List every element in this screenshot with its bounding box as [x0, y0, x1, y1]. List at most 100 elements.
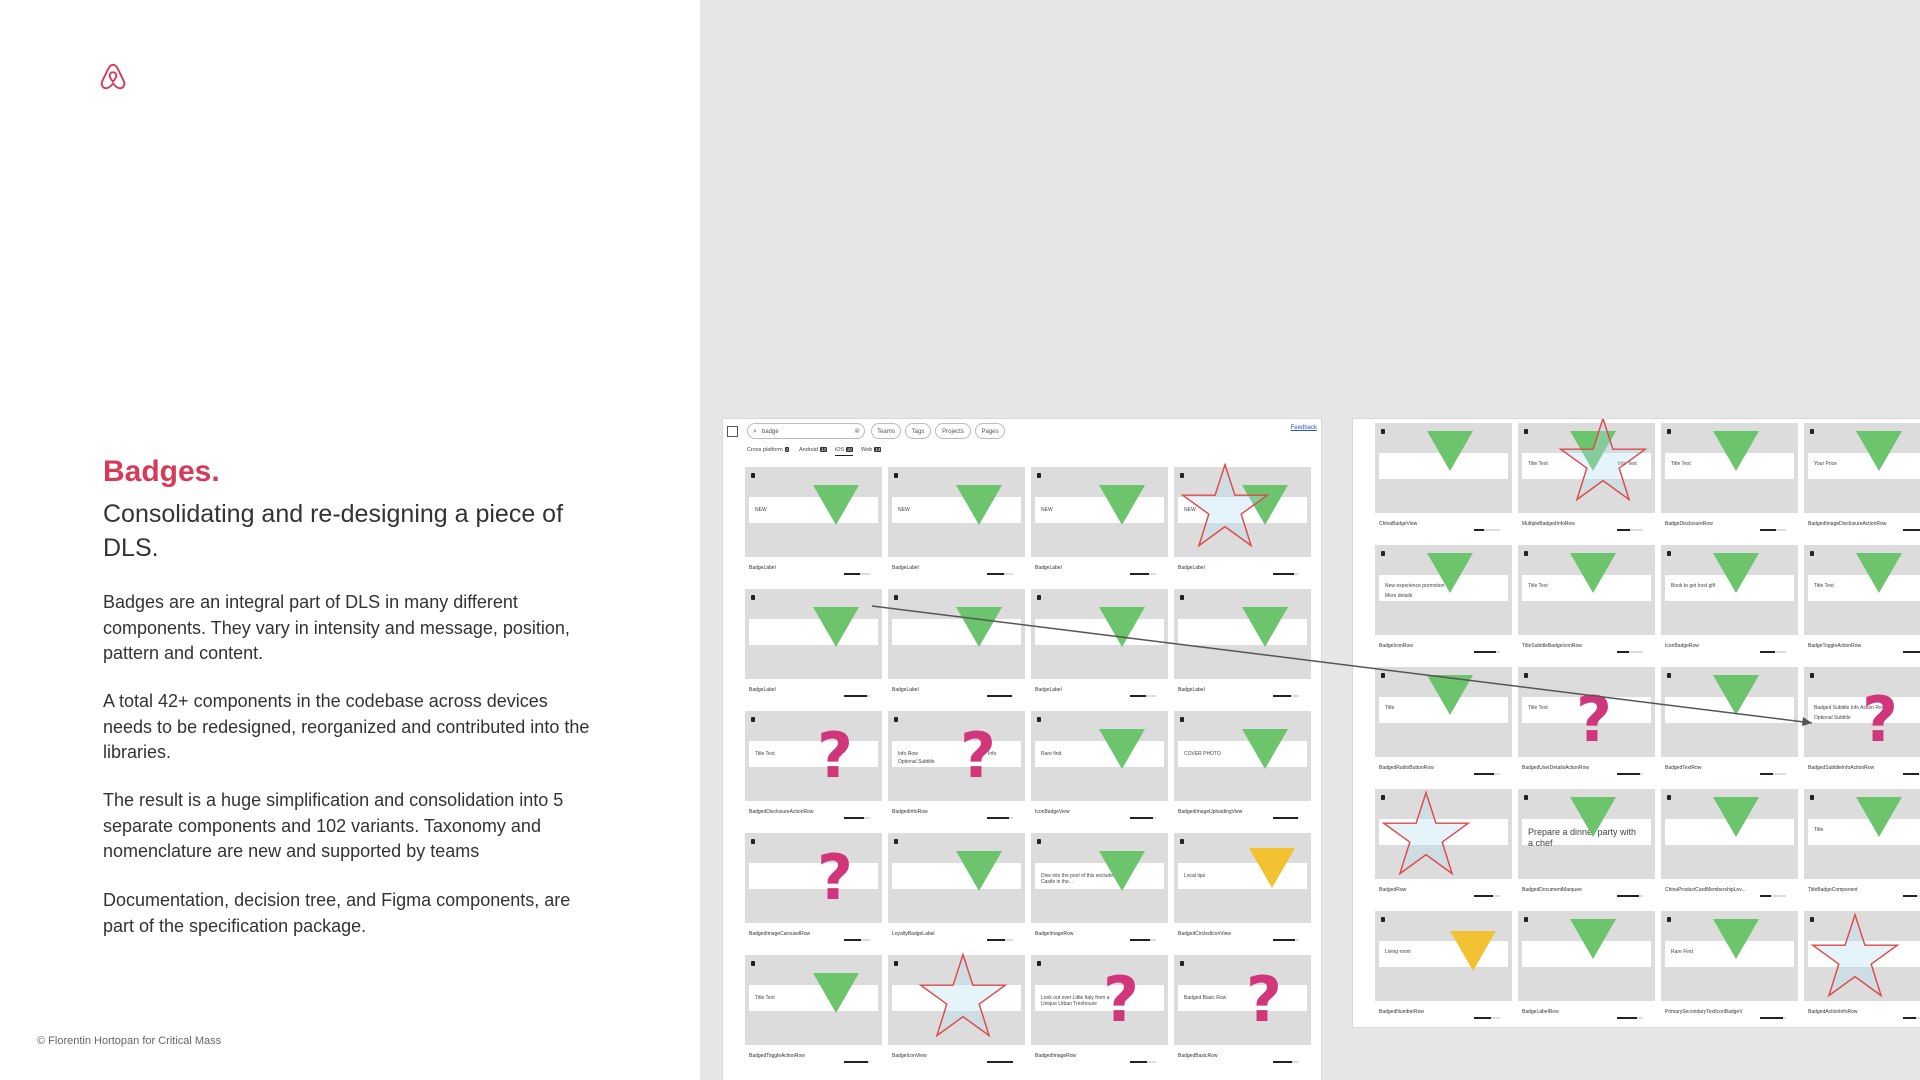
usage-bar	[1617, 529, 1643, 531]
green-check-triangle	[1856, 553, 1902, 593]
component-card[interactable]: BadgeLabelRow	[1518, 911, 1655, 1024]
component-name: BadgedNumberRow	[1379, 1009, 1425, 1015]
component-card[interactable]: ChinaBadgeView	[1375, 423, 1512, 536]
slide-title: Badges.	[103, 455, 220, 488]
green-check-triangle	[1099, 607, 1145, 647]
component-preview: Info Row Optional Subtitle Info	[888, 711, 1025, 801]
component-card[interactable]: Look out over Little Italy from a Unique…	[1031, 955, 1168, 1068]
component-name: IconBadgeRow	[1665, 643, 1699, 649]
component-card[interactable]: New experience promotion More details Badg…	[1375, 545, 1512, 658]
apple-icon	[1524, 429, 1528, 434]
tab-web[interactable]: Web 14	[861, 447, 882, 453]
component-card[interactable]: BadgeLabel	[1174, 589, 1311, 702]
component-card[interactable]: BadgeLabel	[888, 589, 1025, 702]
green-check-triangle	[1570, 553, 1616, 593]
clear-icon[interactable]: ⊗	[854, 424, 860, 440]
apple-icon	[894, 595, 898, 600]
component-card[interactable]: Rare Find PrimarySecondaryTextIconBadgeV	[1661, 911, 1798, 1024]
apple-icon	[1037, 473, 1041, 478]
component-card[interactable]: BadgeIconView	[888, 952, 1025, 1068]
component-card[interactable]: Rare find IconBadgeView	[1031, 711, 1168, 824]
tab-cross-platform[interactable]: Cross platform 1	[747, 447, 790, 453]
component-name: BadgedImageCarouselRow	[749, 931, 811, 937]
green-check-triangle	[1099, 729, 1145, 769]
preview-text: Title Text	[1671, 461, 1691, 467]
component-name: BadgedImageDisclosureActionRow	[1808, 521, 1887, 527]
component-card[interactable]: BadgedActionInfoRow	[1804, 911, 1920, 1024]
green-check-triangle	[1099, 851, 1145, 891]
usage-bar	[1617, 895, 1643, 897]
component-card[interactable]: Title Text TitleSubtitleBadgeIconRow	[1518, 545, 1655, 658]
component-preview: Title Text	[745, 711, 882, 801]
preview-text: NEW	[755, 507, 767, 513]
component-card[interactable]: NEW BadgeLabel	[1031, 467, 1168, 580]
tab-ios[interactable]: iOS 31	[835, 447, 854, 456]
apple-icon	[1667, 551, 1671, 556]
preview-text: Your Price	[1814, 461, 1837, 467]
feedback-link[interactable]: Feedback	[1291, 425, 1317, 431]
apple-icon	[1180, 839, 1184, 844]
component-preview: Look out over Little Italy from a Unique…	[1031, 955, 1168, 1045]
component-card[interactable]: Title Text BadgedUserDetailsActionRow?	[1518, 667, 1655, 780]
tab-android[interactable]: Android 12	[799, 447, 827, 453]
filter-projects[interactable]: Projects	[935, 423, 971, 439]
component-card[interactable]: Local tips BadgedCircledIconView	[1174, 833, 1311, 946]
component-card[interactable]: Title BadgedRadioButtonRow	[1375, 667, 1512, 780]
component-card[interactable]: LoyaltyBadgeLabel	[888, 833, 1025, 946]
filter-tags[interactable]: Tags	[905, 423, 931, 439]
component-card[interactable]: BadgedRow	[1375, 789, 1512, 902]
component-card[interactable]: NEW BadgeLabel	[888, 467, 1025, 580]
green-check-triangle	[1713, 797, 1759, 837]
usage-bar	[1617, 773, 1643, 775]
screenshot-panel: ⌕ badge ⊗ Teams Tags Projects Pages Feed…	[700, 0, 1920, 1080]
apple-icon	[751, 595, 755, 600]
apple-icon	[1667, 429, 1671, 434]
component-card[interactable]: Prepare a dinner party with a chef Badged…	[1518, 789, 1655, 902]
usage-bar	[1273, 695, 1299, 697]
usage-bar	[1903, 651, 1920, 653]
component-card[interactable]: Badged Basic Row BadgedBasicRow?	[1174, 955, 1311, 1068]
component-card[interactable]: COVER PHOTO BadgedImageUploadingView	[1174, 711, 1311, 824]
component-name: BadgedTextRow	[1665, 765, 1702, 771]
preview-text: More details	[1385, 593, 1413, 599]
usage-bar	[1273, 939, 1299, 941]
green-check-triangle	[1713, 675, 1759, 715]
usage-bar	[1474, 895, 1500, 897]
preview-text: Living room	[1385, 949, 1411, 955]
component-card[interactable]: Title Text Info Text MultipleBadgedInfoRow	[1518, 419, 1655, 536]
component-card[interactable]: ChinaProductCardMembershipLev...	[1661, 789, 1798, 902]
red-star-icon	[1558, 419, 1648, 502]
component-name: BadgedDisclosureActionRow	[749, 809, 814, 815]
component-card[interactable]: Book to get host gift IconBadgeRow	[1661, 545, 1798, 658]
filter-teams[interactable]: Teams	[871, 423, 901, 439]
component-card[interactable]: NEW BadgeLabel	[745, 467, 882, 580]
apple-icon	[1180, 717, 1184, 722]
component-card[interactable]: Title Text BadgeDisclosureRow	[1661, 423, 1798, 536]
component-card[interactable]: BadgeLabel	[745, 589, 882, 702]
component-card[interactable]: Title Text BadgedToggleActionRow	[745, 955, 882, 1068]
component-card[interactable]: NEW BadgeLabel	[1174, 462, 1311, 580]
component-card[interactable]: BadgedImageCarouselRow?	[745, 833, 882, 946]
component-card[interactable]: Info Row Optional Subtitle Info BadgedInfoR…	[888, 711, 1025, 824]
apple-icon	[894, 961, 898, 966]
preview-text: Title Text	[755, 751, 775, 757]
component-card[interactable]: Title Text BadgeToggleActionRow	[1804, 545, 1920, 658]
apple-icon	[751, 839, 755, 844]
usage-bar	[1903, 773, 1920, 775]
component-card[interactable]: Badged Subtitle Info Action Row Optional …	[1804, 667, 1920, 780]
component-card[interactable]: Living room BadgedNumberRow	[1375, 911, 1512, 1024]
usage-bar	[1760, 1017, 1786, 1019]
component-card[interactable]: Title Text BadgedDisclosureActionRow?	[745, 711, 882, 824]
component-card[interactable]: BadgedTextRow	[1661, 667, 1798, 780]
component-card[interactable]: Dive into the pool of this secluded Cast…	[1031, 833, 1168, 946]
component-card[interactable]: Title TitleBadgeComponent	[1804, 789, 1920, 902]
green-check-triangle	[1570, 919, 1616, 959]
filter-pages[interactable]: Pages	[975, 423, 1005, 439]
search-value: badge	[762, 429, 779, 435]
component-card[interactable]: Your Price BadgedImageDisclosureActionRow	[1804, 423, 1920, 536]
slide-subtitle: Consolidating and re-designing a piece o…	[103, 500, 564, 562]
usage-bar	[1903, 1017, 1920, 1019]
apple-icon	[1180, 961, 1184, 966]
search-input[interactable]: ⌕ badge ⊗	[747, 423, 865, 439]
component-card[interactable]: BadgeLabel	[1031, 589, 1168, 702]
